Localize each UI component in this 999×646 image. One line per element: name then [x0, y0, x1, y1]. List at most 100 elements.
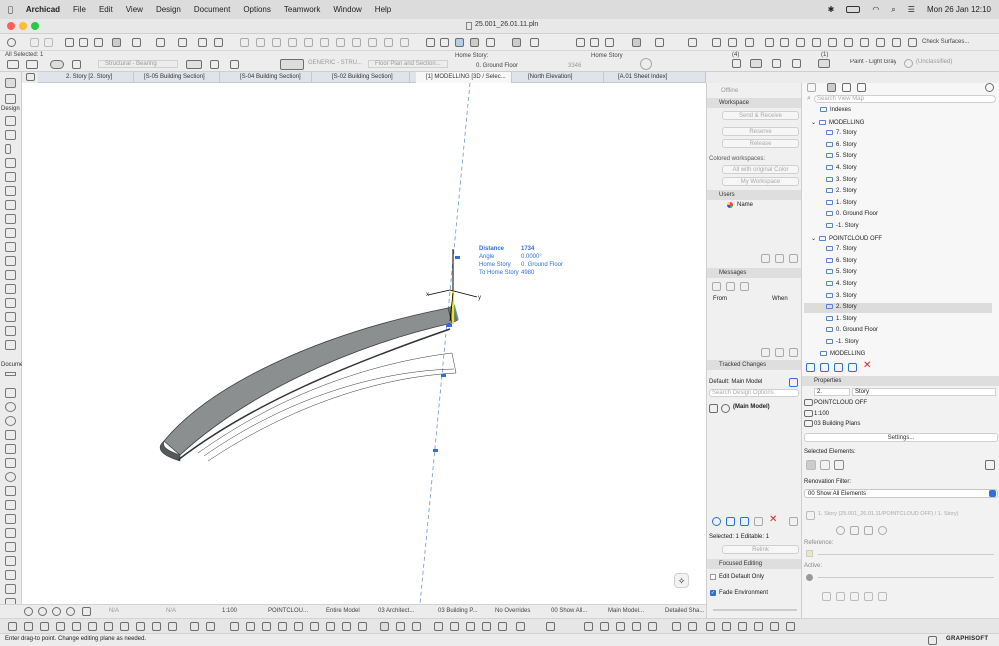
users-action-icon[interactable] [761, 254, 770, 263]
settings-icon[interactable] [7, 38, 16, 47]
roof-tool-icon[interactable] [5, 186, 16, 196]
relink-button[interactable]: Relink [722, 545, 799, 554]
release-button[interactable]: Release [722, 139, 799, 148]
composite-icon[interactable] [280, 59, 304, 70]
ungroup-icon[interactable] [352, 38, 361, 47]
users-settings-icon[interactable] [789, 254, 798, 263]
library-icon[interactable] [672, 622, 681, 631]
option-set-icon[interactable] [726, 517, 735, 526]
paint-icon[interactable] [818, 59, 830, 68]
messages-photo-icon[interactable] [761, 348, 770, 357]
shell-tool-icon[interactable] [5, 200, 16, 210]
chevron-down-icon[interactable]: ⌄ [811, 236, 816, 242]
structural-bearing-dropdown[interactable]: Structural - Bearing [98, 60, 178, 68]
marquee-tool-icon[interactable] [5, 94, 16, 104]
source-link-field[interactable]: 1. Story (25.001_26.01.11/POINTCLOUD OFF… [818, 511, 998, 517]
tracker-angle-value[interactable]: 0.0000° [521, 254, 542, 260]
wifi-icon[interactable]: ◠ [872, 5, 879, 14]
hatch-icon[interactable] [426, 38, 435, 47]
messages-send-icon[interactable] [775, 348, 784, 357]
edit-default-checkbox[interactable] [710, 574, 716, 580]
delete-option-icon[interactable]: ✕ [769, 514, 777, 525]
issues-icon[interactable] [706, 622, 715, 631]
surface-side-icon[interactable] [772, 59, 781, 68]
apple-icon[interactable]:  [8, 5, 13, 14]
properties-header[interactable]: Properties [802, 376, 999, 386]
hotspot-tool-icon[interactable] [5, 514, 16, 524]
structural-display-dropdown[interactable]: Detailed Sha... [665, 608, 704, 614]
stair-tool-icon[interactable] [5, 270, 16, 280]
fade-slider[interactable] [713, 609, 797, 611]
reserve-button[interactable]: Reserve [722, 127, 799, 136]
text-tool-icon[interactable] [5, 430, 16, 440]
ref-a-icon[interactable] [836, 526, 845, 535]
tab-s02-section[interactable]: [S-02 Building Section] [322, 72, 410, 83]
markup-icon[interactable] [722, 622, 731, 631]
offset-icon[interactable] [240, 38, 249, 47]
bim-icon[interactable] [648, 622, 657, 631]
fill-types-icon[interactable] [56, 622, 65, 631]
arrow-tool-icon[interactable] [5, 78, 16, 88]
reference-line-icon[interactable] [50, 60, 64, 69]
fit-window-icon[interactable] [82, 607, 91, 616]
tracker-home-story-value[interactable]: 0. Ground Floor [521, 262, 563, 268]
tracker-distance-value[interactable]: 1734 [521, 246, 534, 252]
attributes-icon[interactable] [738, 622, 747, 631]
reference-slider[interactable] [818, 554, 994, 555]
color-mode-dropdown[interactable]: All with original Color [722, 165, 799, 174]
menu-design[interactable]: Design [156, 5, 181, 14]
clock[interactable]: Mon 26 Jan 12:10 [927, 5, 991, 14]
surface-front-icon[interactable] [750, 59, 762, 68]
battery-icon[interactable] [846, 6, 861, 13]
angle-dim-tool-icon[interactable] [5, 416, 16, 426]
pencil-icon[interactable] [79, 38, 88, 47]
layer-combination-dropdown[interactable]: POINTCLOU... [268, 608, 308, 614]
worksheet-tool-icon[interactable] [5, 584, 16, 594]
view-settings-icon[interactable] [848, 363, 857, 372]
filter-icon[interactable] [278, 622, 287, 631]
tree-modelling-3-story[interactable]: 3. Story [826, 177, 857, 183]
tab-sheet-index[interactable]: [A.01 Sheet Index] [608, 72, 706, 83]
tree-modelling-7-story[interactable]: 7. Story [826, 130, 857, 136]
publisher-sets-icon[interactable] [857, 83, 866, 92]
align-icon[interactable] [368, 38, 377, 47]
elevation-icon[interactable] [780, 38, 789, 47]
search-design-options-input[interactable]: Search Design Options [709, 389, 799, 397]
teamwork-icon[interactable] [688, 622, 697, 631]
trace-icon[interactable] [190, 622, 199, 631]
cube-icon[interactable] [396, 622, 405, 631]
ref-b-icon[interactable] [850, 526, 859, 535]
trim-icon[interactable] [256, 38, 265, 47]
trace-b-icon[interactable] [836, 592, 845, 601]
design-option-dropdown[interactable]: Main Model... [608, 608, 644, 614]
mirror-icon[interactable] [400, 38, 409, 47]
tree-modelling-1-story[interactable]: 1. Story [826, 200, 857, 206]
tree-pc-5-story[interactable]: 5. Story [826, 269, 857, 275]
delete-view-icon[interactable]: ✕ [863, 360, 871, 371]
menu-document[interactable]: Document [194, 5, 230, 14]
orbit-icon[interactable] [66, 607, 75, 616]
tree-modelling-5-story[interactable]: 5. Story [826, 153, 857, 159]
story-name-field[interactable]: Story [852, 388, 996, 396]
tree-modelling-minus1-story[interactable]: -1. Story [826, 223, 859, 229]
check-surfaces-button[interactable]: Check Surfaces... [922, 39, 969, 45]
zoom-out-icon[interactable] [52, 607, 61, 616]
check-icon[interactable] [590, 38, 599, 47]
rotate-icon[interactable] [132, 38, 141, 47]
workspace-header[interactable]: Workspace [707, 98, 802, 108]
layer-visibility-icon[interactable] [688, 38, 697, 47]
pen-weight-icon[interactable] [230, 60, 239, 69]
radial-dim-tool-icon[interactable] [5, 402, 16, 412]
morph-tool-icon[interactable] [5, 228, 16, 238]
tab-2-story[interactable]: 2. Story [2. Story] [56, 72, 134, 83]
tree-pc-1-story[interactable]: 1. Story [826, 316, 857, 322]
lock-icon[interactable] [470, 38, 479, 47]
3d-model-canvas[interactable] [22, 83, 706, 604]
pen-set-value[interactable]: 03 Building Plans [814, 421, 860, 427]
fill-tool-icon[interactable] [5, 458, 16, 468]
clone-view-icon[interactable] [820, 363, 829, 372]
users-mail-icon[interactable] [775, 254, 784, 263]
spline-tool-icon[interactable] [5, 500, 16, 510]
wall-tool-icon[interactable] [5, 116, 16, 126]
tree-modelling-2-story[interactable]: 2. Story [826, 188, 857, 194]
